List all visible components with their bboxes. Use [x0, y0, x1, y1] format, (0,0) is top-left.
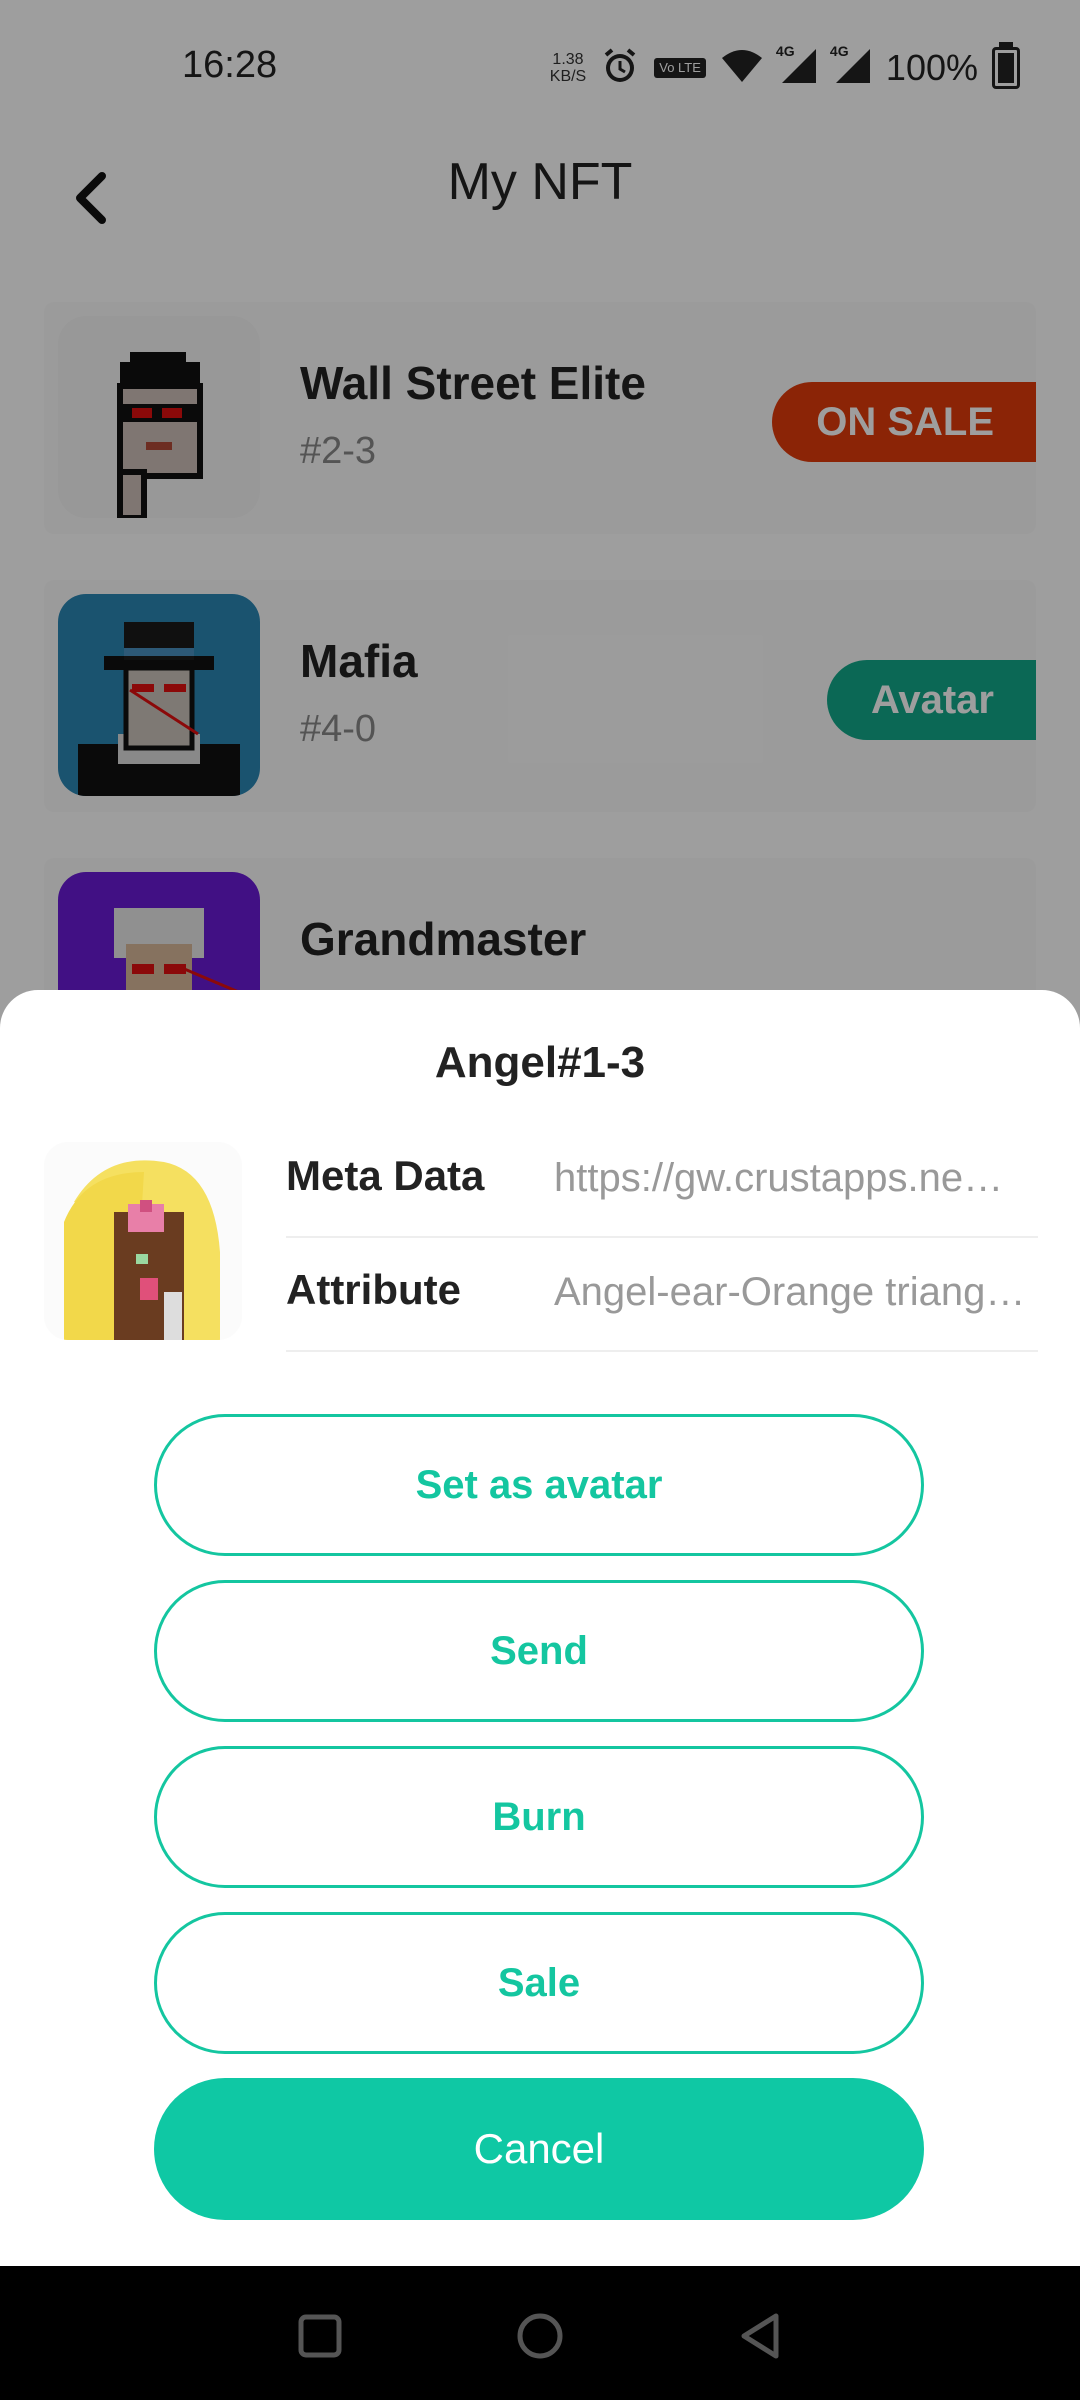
back-nav-button[interactable] [720, 2296, 800, 2376]
attribute-value: Angel-ear-Orange triang… [554, 1270, 1026, 1314]
burn-button[interactable]: Burn [154, 1746, 924, 1888]
send-button[interactable]: Send [154, 1580, 924, 1722]
cancel-button[interactable]: Cancel [154, 2078, 924, 2220]
attribute-label: Attribute [286, 1266, 461, 1313]
nft-thumbnail [44, 1142, 242, 1340]
recents-button[interactable] [280, 2296, 360, 2376]
recents-square-icon [298, 2314, 342, 2358]
sale-button[interactable]: Sale [154, 1912, 924, 2054]
nft-action-sheet: Angel#1-3 Meta Data https://gw.crustapps… [0, 990, 1080, 2266]
attribute-row[interactable]: Attribute Angel-ear-Orange triang… [286, 1236, 1038, 1352]
meta-data-row[interactable]: Meta Data https://gw.crustapps.ne… [286, 1122, 1038, 1238]
meta-data-label: Meta Data [286, 1152, 485, 1199]
set-as-avatar-button[interactable]: Set as avatar [154, 1414, 924, 1556]
back-triangle-icon [741, 2313, 779, 2359]
home-circle-icon [517, 2313, 563, 2359]
home-button[interactable] [500, 2296, 580, 2376]
system-nav-bar [0, 2266, 1080, 2400]
meta-data-value: https://gw.crustapps.ne… [554, 1156, 1004, 1200]
sheet-title: Angel#1-3 [434, 1038, 646, 1087]
